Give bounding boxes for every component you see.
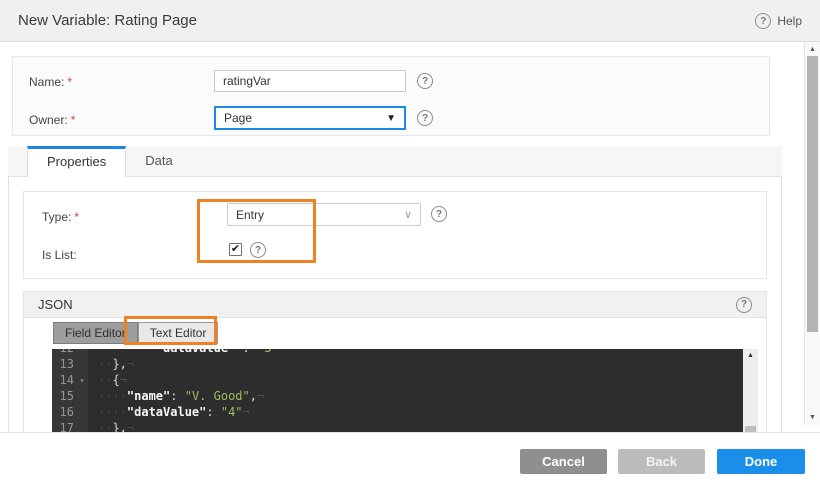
type-chevron-down-icon: ∨ xyxy=(404,208,412,221)
page-title: New Variable: Rating Page xyxy=(18,12,197,29)
gutter-line: 13 xyxy=(52,356,88,372)
scroll-up-icon[interactable]: ▲ xyxy=(805,46,820,53)
main-scrollbar-thumb[interactable] xyxy=(807,56,818,332)
is-list-checkbox[interactable]: ✔ xyxy=(229,243,242,256)
type-islist-panel: Type:* Entry ∨ ? Is List: ✔ ? xyxy=(23,191,767,279)
type-help-icon[interactable]: ? xyxy=(431,206,447,222)
owner-select[interactable]: Page ▼ xyxy=(214,106,406,130)
json-panel: JSON ? Field Editor Text Editor 121314▾1… xyxy=(23,291,767,432)
type-select[interactable]: Entry ∨ xyxy=(227,203,421,226)
help-question-icon: ? xyxy=(755,13,771,29)
cancel-button[interactable]: Cancel xyxy=(520,449,607,474)
owner-select-value: Page xyxy=(224,111,252,125)
done-button[interactable]: Done xyxy=(717,449,805,474)
type-label: Type: xyxy=(42,210,71,224)
main-scrollbar[interactable]: ▲ ▼ xyxy=(804,42,820,425)
editor-scrollbar[interactable]: ▲ xyxy=(743,349,758,432)
gutter-line: 14▾ xyxy=(52,372,88,388)
tab-data[interactable]: Data xyxy=(126,146,191,176)
gutter-line: 16 xyxy=(52,404,88,420)
properties-tab-panel: Type:* Entry ∨ ? Is List: ✔ ? JSON ? Fie… xyxy=(8,176,782,432)
gutter-line: 17 xyxy=(52,420,88,432)
dialog-footer: Cancel Back Done xyxy=(0,432,820,488)
tab-properties[interactable]: Properties xyxy=(27,146,126,177)
is-list-label: Is List: xyxy=(42,248,77,262)
checkmark-icon: ✔ xyxy=(231,244,240,255)
json-title: JSON xyxy=(38,297,73,312)
code-line[interactable]: ········"dataValue" : "3"¬ xyxy=(98,349,743,356)
gutter-line: 15 xyxy=(52,388,88,404)
type-select-value: Entry xyxy=(236,208,264,222)
owner-dropdown-arrow-icon: ▼ xyxy=(386,113,396,124)
fold-arrow-icon[interactable]: ▾ xyxy=(76,376,88,385)
type-required-marker: * xyxy=(74,210,79,224)
text-editor-button[interactable]: Text Editor xyxy=(138,322,219,344)
owner-label: Owner: xyxy=(29,113,68,127)
help-label: Help xyxy=(777,14,802,28)
name-owner-panel: Name:* ? Owner:* Page ▼ ? xyxy=(12,56,770,136)
name-label: Name: xyxy=(29,75,64,89)
code-line[interactable]: ··{¬ xyxy=(98,372,743,388)
code-line[interactable]: ····"name": "V. Good",¬ xyxy=(98,388,743,404)
code-line[interactable]: ····"dataValue": "4"¬ xyxy=(98,404,743,420)
field-editor-button[interactable]: Field Editor xyxy=(53,322,138,344)
name-help-icon[interactable]: ? xyxy=(417,73,433,89)
dialog-header: New Variable: Rating Page ? Help xyxy=(0,0,820,42)
back-button[interactable]: Back xyxy=(618,449,705,474)
is-list-help-icon[interactable]: ? xyxy=(250,242,266,258)
editor-scroll-up-icon[interactable]: ▲ xyxy=(743,352,758,359)
json-help-icon[interactable]: ? xyxy=(736,297,752,313)
help-button[interactable]: ? Help xyxy=(755,0,802,42)
editor-gutter: 121314▾151617 xyxy=(52,349,88,432)
json-panel-header: JSON ? xyxy=(24,292,766,318)
json-code-editor[interactable]: 121314▾151617 ········"dataValue" : "3"¬… xyxy=(52,349,758,432)
editor-mode-toggle: Field Editor Text Editor xyxy=(53,322,218,344)
code-line[interactable]: ··},¬ xyxy=(98,356,743,372)
tab-bar: Properties Data xyxy=(8,146,782,176)
owner-required-marker: * xyxy=(71,113,76,127)
dialog-body: Name:* ? Owner:* Page ▼ ? Properties Dat… xyxy=(0,42,820,432)
name-input[interactable] xyxy=(214,70,406,92)
gutter-line: 12 xyxy=(52,349,88,356)
name-required-marker: * xyxy=(67,75,72,89)
scroll-down-icon[interactable]: ▼ xyxy=(805,414,820,421)
editor-code[interactable]: ········"dataValue" : "3"¬··},¬··{¬····"… xyxy=(88,349,743,432)
owner-help-icon[interactable]: ? xyxy=(417,110,433,126)
code-line[interactable]: ··},¬ xyxy=(98,420,743,432)
